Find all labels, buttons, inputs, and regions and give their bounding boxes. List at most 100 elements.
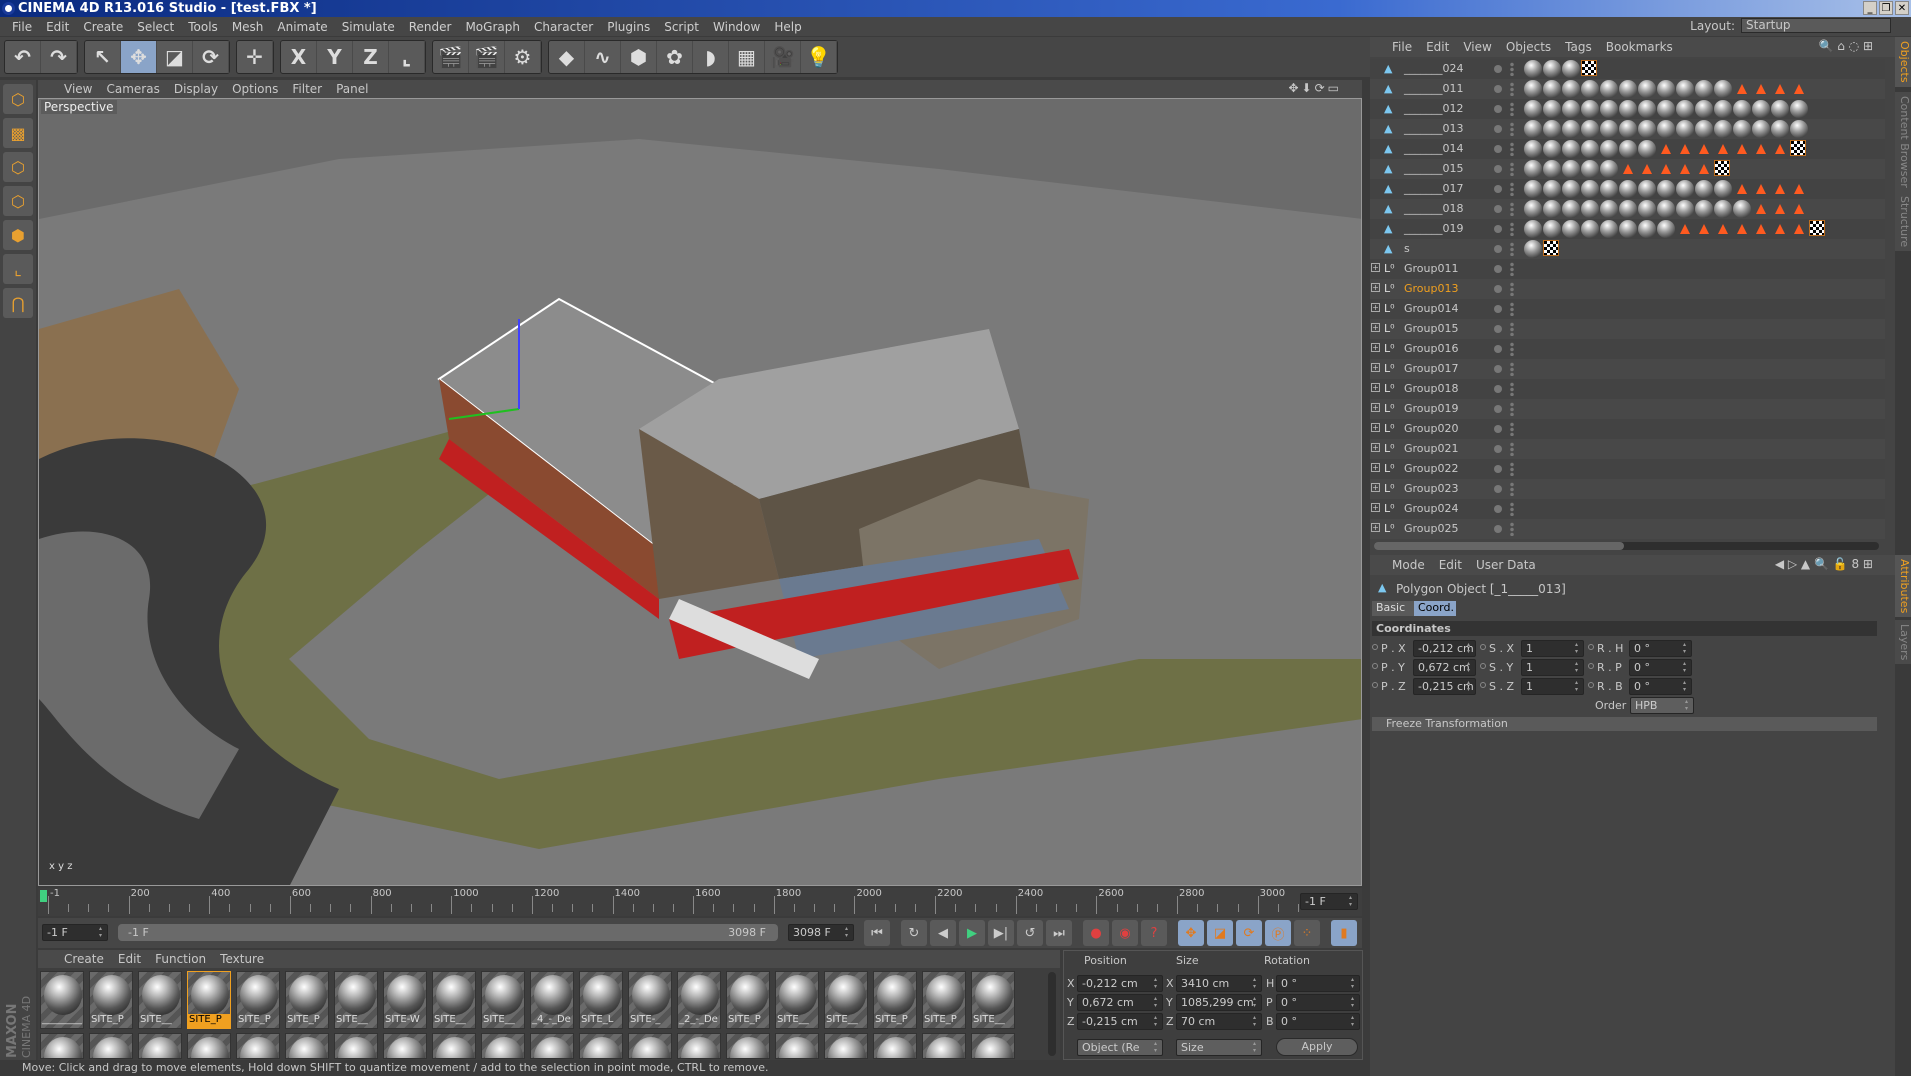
render-editor-dots[interactable] xyxy=(1510,262,1514,276)
object-row[interactable]: + L⁰ Group024 xyxy=(1370,499,1885,519)
object-menu-bookmarks[interactable]: Bookmarks xyxy=(1606,40,1673,54)
render-editor-dots[interactable] xyxy=(1510,342,1514,356)
apply-button[interactable]: Apply xyxy=(1276,1038,1358,1056)
current-frame-field[interactable]: -1 F xyxy=(1300,893,1358,910)
render-editor-dots[interactable] xyxy=(1510,422,1514,436)
expand-icon[interactable]: + xyxy=(1371,323,1380,332)
menu-file[interactable]: File xyxy=(6,20,40,34)
material-swatch[interactable]: SITE_P xyxy=(726,971,770,1029)
render-editor-dots[interactable] xyxy=(1510,322,1514,336)
phong-tag-icon[interactable] xyxy=(1752,140,1770,158)
viewport-menu-view[interactable]: View xyxy=(64,82,102,96)
object-row[interactable]: ▲ _______015 xyxy=(1370,159,1885,179)
material-swatch[interactable]: SITE-W xyxy=(383,971,427,1029)
phong-tag-icon[interactable] xyxy=(1771,200,1789,218)
loop-button[interactable]: ↻ xyxy=(901,920,927,946)
visibility-dot[interactable] xyxy=(1494,325,1502,333)
material-swatch[interactable] xyxy=(285,1033,329,1059)
object-row[interactable]: ▲ s xyxy=(1370,239,1885,259)
s-x-field[interactable]: 1 xyxy=(1521,640,1584,657)
rotation-p-field[interactable]: 0 ° xyxy=(1276,994,1360,1011)
start-frame-field[interactable]: -1 F xyxy=(42,924,108,941)
scale-button[interactable]: ◪ xyxy=(157,41,193,73)
minimize-button[interactable]: _ xyxy=(1863,1,1877,15)
material-tag-icon[interactable] xyxy=(1638,100,1656,118)
material-tag-icon[interactable] xyxy=(1676,180,1694,198)
render-editor-dots[interactable] xyxy=(1510,162,1514,176)
object-row[interactable]: ▲ _______018 xyxy=(1370,199,1885,219)
playhead[interactable] xyxy=(40,890,47,902)
visibility-dot[interactable] xyxy=(1494,85,1502,93)
material-tag-icon[interactable] xyxy=(1562,160,1580,178)
material-tag-icon[interactable] xyxy=(1562,220,1580,238)
tab-coord[interactable]: Coord. xyxy=(1414,601,1456,616)
autokey-button[interactable]: ◉ xyxy=(1112,920,1138,946)
phong-tag-icon[interactable] xyxy=(1790,180,1808,198)
render-editor-dots[interactable] xyxy=(1510,102,1514,116)
object-row[interactable]: + L⁰ Group016 xyxy=(1370,339,1885,359)
position-x-field[interactable]: -0,212 cm xyxy=(1077,975,1163,992)
visibility-dot[interactable] xyxy=(1494,505,1502,513)
expand-icon[interactable]: + xyxy=(1371,503,1380,512)
material-tag-icon[interactable] xyxy=(1619,100,1637,118)
material-swatch[interactable] xyxy=(677,1033,721,1059)
side-tab-objects[interactable]: Objects xyxy=(1895,37,1911,87)
array-button[interactable]: ✿ xyxy=(657,41,693,73)
object-manager-icons[interactable]: 🔍 ⌂ ◌ ⊞ xyxy=(1818,39,1873,53)
phong-tag-icon[interactable] xyxy=(1657,160,1675,178)
expand-icon[interactable]: + xyxy=(1371,283,1380,292)
floor-button[interactable]: ▦ xyxy=(729,41,765,73)
p-x-field[interactable]: -0,212 cm xyxy=(1413,640,1476,657)
material-swatch[interactable]: SITE__ xyxy=(481,971,525,1029)
snap-button[interactable]: ⋂ xyxy=(3,288,33,318)
object-row[interactable]: ▲ _______013 xyxy=(1370,119,1885,139)
material-tag-icon[interactable] xyxy=(1600,220,1618,238)
material-tag-icon[interactable] xyxy=(1638,80,1656,98)
visibility-dot[interactable] xyxy=(1494,65,1502,73)
uvw-tag-icon[interactable] xyxy=(1790,140,1806,156)
material-tag-icon[interactable] xyxy=(1619,180,1637,198)
deformer-button[interactable]: ◗ xyxy=(693,41,729,73)
record-key-button[interactable]: ● xyxy=(1083,920,1109,946)
expand-icon[interactable]: + xyxy=(1371,463,1380,472)
attribute-menu-mode[interactable]: Mode xyxy=(1392,558,1425,572)
x-axis-button[interactable]: X xyxy=(281,41,317,73)
object-row[interactable]: + L⁰ Group015 xyxy=(1370,319,1885,339)
material-tag-icon[interactable] xyxy=(1562,80,1580,98)
object-menu-tags[interactable]: Tags xyxy=(1565,40,1592,54)
rotation-b-field[interactable]: 0 ° xyxy=(1276,1013,1360,1030)
coordinate-mode-dropdown[interactable]: Object (Re xyxy=(1077,1039,1163,1056)
material-swatch[interactable] xyxy=(971,1033,1015,1059)
material-swatch[interactable] xyxy=(530,1033,574,1059)
uvw-tag-icon[interactable] xyxy=(1581,60,1597,76)
timeline-window-button[interactable]: ▮ xyxy=(1331,920,1357,946)
menu-simulate[interactable]: Simulate xyxy=(336,20,403,34)
render-editor-dots[interactable] xyxy=(1510,502,1514,516)
visibility-dot[interactable] xyxy=(1494,205,1502,213)
menu-script[interactable]: Script xyxy=(658,20,707,34)
material-tag-icon[interactable] xyxy=(1657,200,1675,218)
rotation-h-field[interactable]: 0 ° xyxy=(1276,975,1360,992)
material-swatch[interactable] xyxy=(334,1033,378,1059)
keyframe-dot[interactable] xyxy=(1372,644,1378,650)
material-menu-create[interactable]: Create xyxy=(64,952,104,966)
key-rotation-button[interactable]: ⟳ xyxy=(1236,920,1262,946)
visibility-dot[interactable] xyxy=(1494,425,1502,433)
phong-tag-icon[interactable] xyxy=(1676,140,1694,158)
material-tag-icon[interactable] xyxy=(1581,220,1599,238)
redo-button[interactable]: ↷ xyxy=(41,41,77,73)
object-menu-file[interactable]: File xyxy=(1392,40,1412,54)
material-tag-icon[interactable] xyxy=(1524,80,1542,98)
material-tag-icon[interactable] xyxy=(1562,180,1580,198)
phong-tag-icon[interactable] xyxy=(1733,80,1751,98)
material-tag-icon[interactable] xyxy=(1676,80,1694,98)
material-tag-icon[interactable] xyxy=(1524,200,1542,218)
object-row[interactable]: + L⁰ Group019 xyxy=(1370,399,1885,419)
render-editor-dots[interactable] xyxy=(1510,62,1514,76)
material-tag-icon[interactable] xyxy=(1581,160,1599,178)
cube-button[interactable]: ◆ xyxy=(549,41,585,73)
object-row[interactable]: ▲ _______012 xyxy=(1370,99,1885,119)
phong-tag-icon[interactable] xyxy=(1714,140,1732,158)
phong-tag-icon[interactable] xyxy=(1695,220,1713,238)
menu-mesh[interactable]: Mesh xyxy=(226,20,272,34)
